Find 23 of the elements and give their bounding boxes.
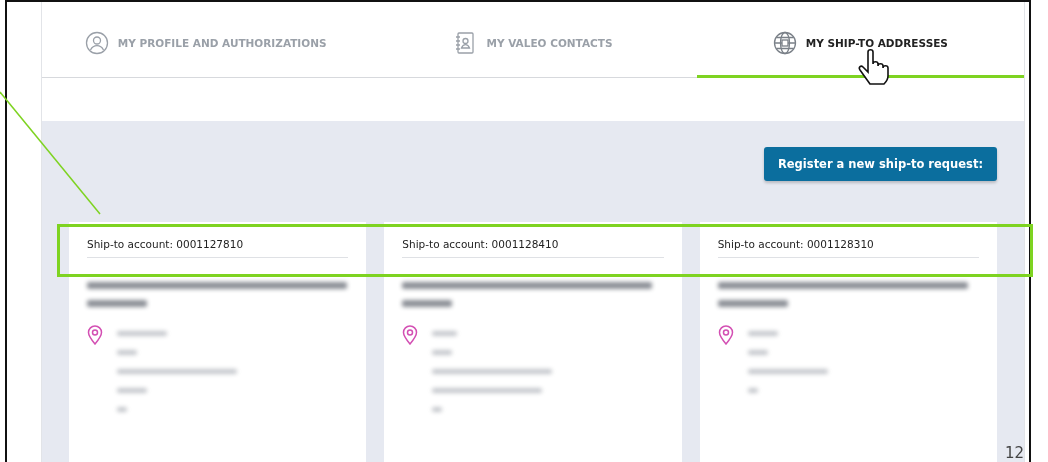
blurred-text	[717, 300, 788, 307]
location-pin-icon	[87, 325, 103, 345]
blurred-text	[117, 388, 147, 393]
account-label: Ship-to account: 0001128310	[717, 222, 979, 258]
account-label: Ship-to account: 0001128410	[402, 222, 664, 258]
blurred-text	[432, 350, 453, 355]
location-pin-icon	[717, 325, 734, 345]
blurred-text	[117, 331, 167, 336]
blurred-text	[87, 300, 147, 307]
page-number: 12	[1005, 444, 1025, 462]
location-pin-icon	[402, 325, 419, 345]
globe-icon	[772, 31, 797, 55]
blurred-text	[747, 388, 758, 393]
blurred-text	[402, 300, 453, 307]
blurred-text	[747, 350, 768, 355]
blurred-text	[432, 331, 458, 336]
blurred-text	[747, 331, 778, 336]
register-button[interactable]: Register a new ship-to request:	[763, 147, 997, 181]
blurred-text	[117, 407, 127, 412]
account-label: Ship-to account: 0001127810	[87, 222, 349, 258]
blurred-text	[117, 350, 137, 355]
user-icon	[84, 31, 109, 55]
blurred-text	[432, 407, 443, 412]
